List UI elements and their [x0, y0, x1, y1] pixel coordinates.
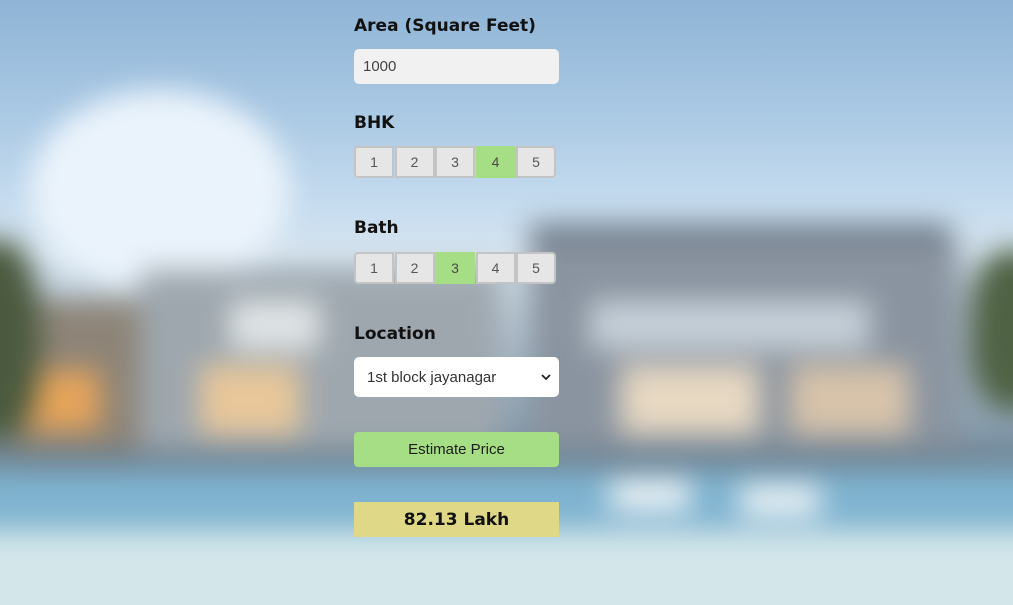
bhk-switch: 1 2 3 4 5 [354, 146, 558, 178]
location-label: Location [354, 324, 436, 344]
bath-option-1[interactable]: 1 [354, 252, 394, 284]
location-selected-value: 1st block jayanagar [367, 368, 497, 386]
estimated-price-result: 82.13 Lakh [354, 502, 559, 537]
area-label: Area (Square Feet) [354, 16, 536, 36]
bath-option-4[interactable]: 4 [475, 252, 516, 284]
bhk-option-4[interactable]: 4 [475, 146, 516, 178]
bath-label: Bath [354, 218, 399, 238]
bath-option-5[interactable]: 5 [516, 252, 556, 284]
area-input[interactable] [354, 49, 559, 84]
bhk-option-3[interactable]: 3 [435, 146, 475, 178]
bhk-label: BHK [354, 113, 395, 133]
bhk-option-1[interactable]: 1 [354, 146, 394, 178]
bath-option-3[interactable]: 3 [435, 252, 475, 284]
bath-option-2[interactable]: 2 [394, 252, 435, 284]
bhk-option-5[interactable]: 5 [516, 146, 556, 178]
estimate-price-button[interactable]: Estimate Price [354, 432, 559, 467]
bath-switch: 1 2 3 4 5 [354, 252, 558, 284]
chevron-down-icon [541, 372, 551, 382]
location-select[interactable]: 1st block jayanagar [354, 357, 559, 397]
bhk-option-2[interactable]: 2 [394, 146, 435, 178]
